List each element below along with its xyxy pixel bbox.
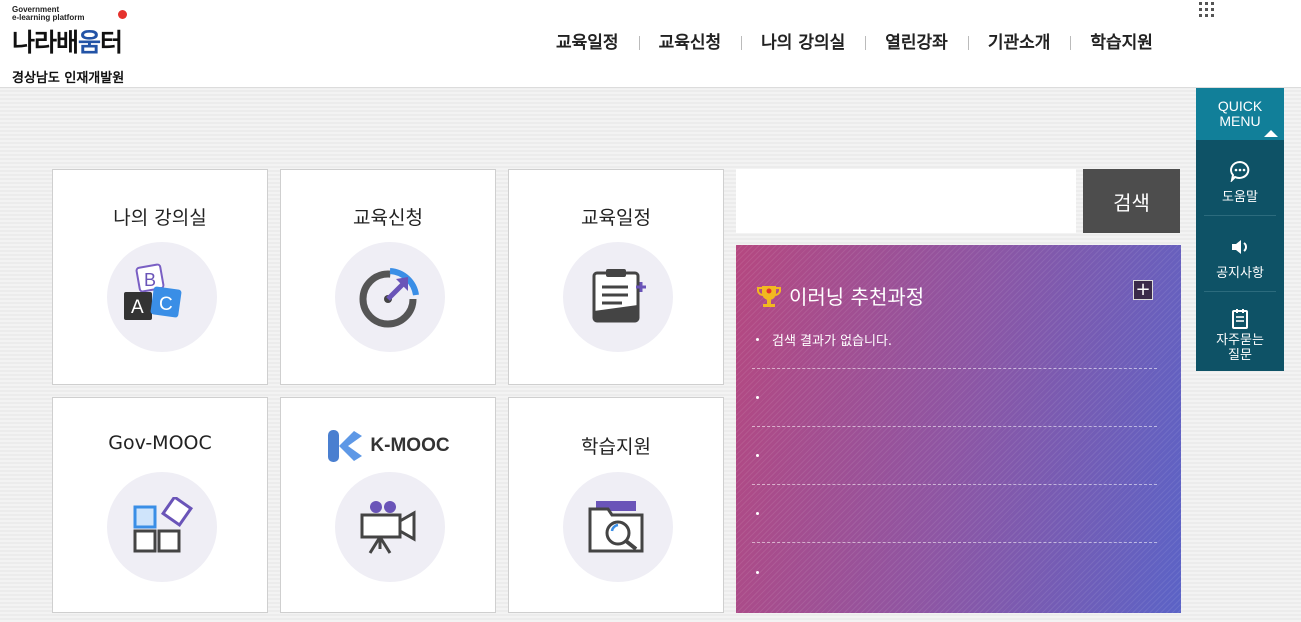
logo-wordmark-b: 움 [78,29,101,57]
logo-wordmark-c: 터 [100,29,123,57]
tile-title: 학습지원 [581,436,651,458]
nav-item-learning-support[interactable]: 학습지원 [1070,32,1173,54]
recommended-courses-list: 검색 결과가 없습니다. [752,311,1157,601]
tile-title: 교육신청 [353,207,423,229]
tile-gov-mooc[interactable]: Gov-MOOC [52,397,268,613]
logo-wordmark-a: 나라배 [12,29,79,57]
nav-item-apply[interactable]: 교육신청 [638,32,742,54]
site-logo[interactable]: Government e-learning platform 나라배움터 경상남… [12,6,127,86]
list-item[interactable] [752,485,1157,543]
k-mooc-logo-icon [328,430,363,462]
more-plus-button[interactable]: + [1133,280,1153,300]
target-arrow-icon [335,242,445,352]
notepad-icon [1204,308,1276,330]
org-name: 경상남도 인재개발원 [12,71,125,86]
logo-dot-icon [118,10,127,19]
quick-item-faq[interactable]: 자주묻는 질문 [1204,292,1276,368]
recommended-courses-label: 이러닝 추천과정 [789,285,925,309]
shapes-grid-icon [107,472,217,582]
nav-item-schedule[interactable]: 교육일정 [536,32,639,54]
search-button[interactable]: 검색 [1083,169,1180,233]
tile-title: 나의 강의실 [113,207,207,229]
collapse-triangle-icon [1264,130,1278,137]
list-item[interactable] [752,369,1157,427]
tile-title: 교육일정 [581,207,651,229]
chat-bubble-icon [1204,160,1276,182]
logo-tagline-2: e-learning platform [12,13,85,22]
all-menu-grid-icon[interactable] [1199,2,1215,17]
list-item[interactable] [752,427,1157,485]
abc-blocks-icon: B A C [107,242,217,352]
quick-menu-title-1: QUICK [1217,98,1263,114]
tile-learning-support[interactable]: 학습지원 [508,397,724,613]
tile-schedule[interactable]: 교육일정 [508,169,724,385]
nav-item-open-courses[interactable]: 열린강좌 [865,32,968,54]
quick-item-label-2: 질문 [1228,348,1252,363]
tile-apply[interactable]: 교육신청 [280,169,496,385]
clipboard-plus-icon [563,242,673,352]
quick-item-label: 공지사항 [1216,266,1264,281]
tile-my-classroom[interactable]: 나의 강의실 B A C [52,169,268,385]
list-item[interactable]: 검색 결과가 없습니다. [752,311,1157,369]
svg-text:A: A [131,297,144,318]
tile-k-mooc[interactable]: K-MOOC [280,397,496,613]
quick-item-help[interactable]: 도움말 [1204,140,1276,216]
nav-item-my-classroom[interactable]: 나의 강의실 [741,32,865,54]
quick-item-notice[interactable]: 공지사항 [1204,216,1276,292]
speaker-icon [1204,236,1276,258]
recommended-courses-panel: 이러닝 추천과정 + 검색 결과가 없습니다. [736,245,1181,613]
tile-title: Gov-MOOC [108,432,212,454]
quick-menu-title-2: MENU [1219,113,1261,129]
logo-wordmark: 나라배움터 [12,23,124,59]
k-mooc-label: K-MOOC [370,435,450,456]
main-nav: 교육일정 교육신청 나의 강의실 열린강좌 기관소개 학습지원 [536,32,1173,54]
site-header: Government e-learning platform 나라배움터 경상남… [0,0,1301,88]
quick-menu: QUICK MENU 도움말 공지사항 자주묻는 질문 [1196,88,1284,371]
folder-search-icon [563,472,673,582]
nav-item-about[interactable]: 기관소개 [967,32,1071,54]
trophy-icon [757,285,781,307]
quick-item-label-1: 자주묻는 [1216,333,1264,348]
list-item[interactable] [752,543,1157,601]
tile-title-k-mooc: K-MOOC [281,428,495,464]
quick-menu-header[interactable]: QUICK MENU [1196,88,1284,140]
search-input[interactable] [736,169,1076,233]
svg-text:B: B [144,270,156,290]
recommended-courses-title: 이러닝 추천과정 [756,281,924,310]
quick-item-label: 도움말 [1222,190,1258,205]
svg-text:C: C [159,294,173,315]
video-camera-icon [335,472,445,582]
